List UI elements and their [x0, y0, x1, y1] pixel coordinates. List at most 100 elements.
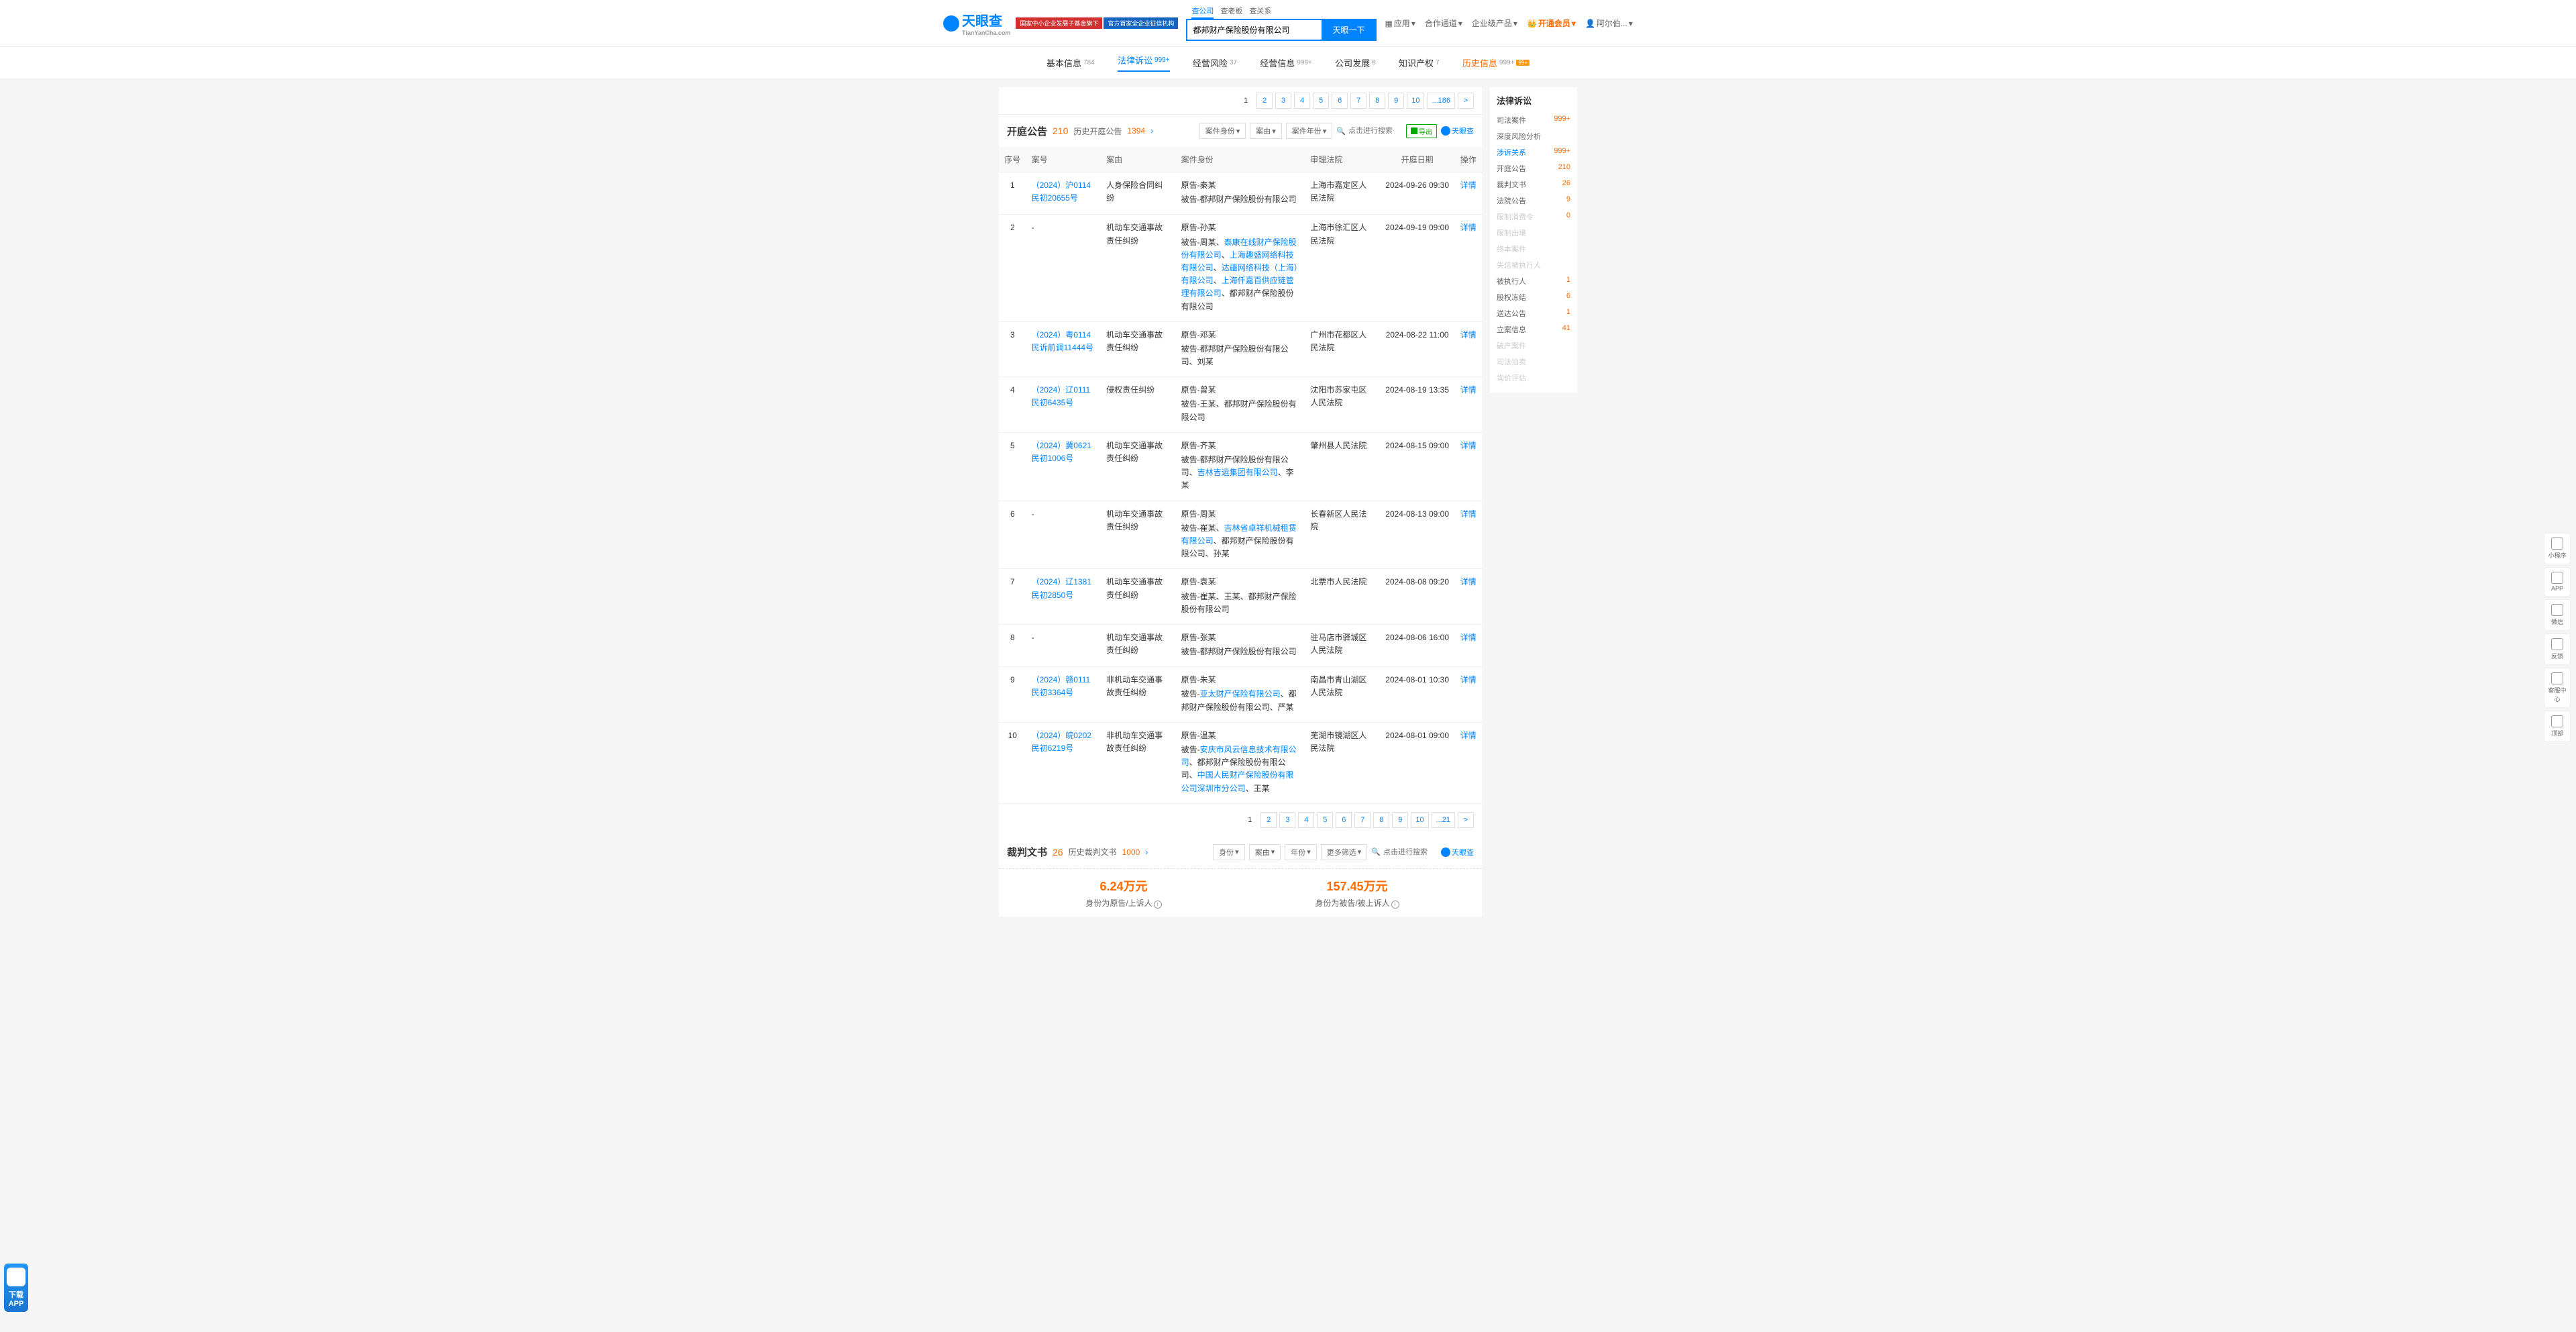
cell-case[interactable]: （2024）辽1381民初2850号 — [1026, 569, 1102, 625]
float-miniprogram[interactable]: 小程序 — [2544, 533, 2571, 564]
tab-item[interactable]: 经营风险 37 — [1193, 54, 1237, 72]
page-button[interactable]: 9 — [1392, 812, 1408, 828]
cell-case[interactable]: （2024）粤0114民诉前调11444号 — [1026, 321, 1102, 377]
cell-detail[interactable]: 详情 — [1454, 667, 1482, 723]
search-button[interactable]: 天眼一下 — [1322, 20, 1375, 40]
filter-year-2[interactable]: 年份 ▾ — [1285, 844, 1317, 860]
sidebar-item[interactable]: 股权冻结6 — [1497, 289, 1570, 305]
info-icon[interactable]: i — [1391, 901, 1399, 909]
tab-item[interactable]: 法律诉讼 999+ — [1118, 54, 1170, 72]
filter-more[interactable]: 更多筛选 ▾ — [1321, 844, 1368, 860]
cell-case[interactable]: （2024）皖0202民初6219号 — [1026, 722, 1102, 803]
page-button[interactable]: > — [1458, 93, 1474, 109]
tab-item[interactable]: 基本信息 784 — [1046, 54, 1095, 72]
page-button[interactable]: 7 — [1354, 812, 1371, 828]
filter-search[interactable]: 🔍 — [1336, 127, 1402, 136]
cell-case[interactable]: （2024）冀0621民初1006号 — [1026, 432, 1102, 501]
chevron-right-icon[interactable]: › — [1150, 126, 1153, 136]
page-button[interactable]: 2 — [1260, 812, 1277, 828]
logo[interactable]: 天眼查 TianYanCha.com — [943, 10, 1010, 36]
nav-user[interactable]: 👤 阿尔伯... ▾ — [1585, 17, 1633, 29]
page-button[interactable]: 8 — [1369, 93, 1385, 109]
page-button[interactable]: 3 — [1275, 93, 1291, 109]
float-wechat[interactable]: 微信 — [2544, 599, 2571, 631]
float-service[interactable]: 客服中心 — [2544, 668, 2571, 708]
cell-detail[interactable]: 详情 — [1454, 432, 1482, 501]
cell-detail[interactable]: 详情 — [1454, 172, 1482, 215]
search-tab-relation[interactable]: 查关系 — [1249, 5, 1271, 19]
info-icon[interactable]: i — [1154, 901, 1162, 909]
page-button[interactable]: 4 — [1298, 812, 1314, 828]
cell-case[interactable]: （2024）沪0114民初20655号 — [1026, 172, 1102, 215]
cell-detail[interactable]: 详情 — [1454, 377, 1482, 433]
sidebar-item[interactable]: 立案信息41 — [1497, 321, 1570, 338]
sidebar-item[interactable]: 开庭公告210 — [1497, 160, 1570, 176]
search-input[interactable] — [1187, 20, 1322, 40]
tab-item[interactable]: 公司发展 8 — [1335, 54, 1376, 72]
cell-detail[interactable]: 详情 — [1454, 501, 1482, 569]
page-button[interactable]: 10 — [1411, 812, 1428, 828]
hearing-history-label[interactable]: 历史开庭公告 — [1073, 125, 1122, 137]
sidebar-item[interactable]: 涉诉关系999+ — [1497, 144, 1570, 160]
search-tab-boss[interactable]: 查老板 — [1220, 5, 1242, 19]
page-button[interactable]: 2 — [1256, 93, 1273, 109]
sidebar-item[interactable]: 法院公告9 — [1497, 193, 1570, 209]
page-button[interactable]: ...21 — [1432, 812, 1455, 828]
page-button[interactable]: 6 — [1336, 812, 1352, 828]
download-app-badge[interactable]: 下载 APP — [4, 1264, 28, 1312]
main: 12345678910...186> 开庭公告 210 历史开庭公告 1394 … — [0, 79, 2576, 925]
float-app[interactable]: APP — [2544, 567, 2571, 597]
sidebar-item[interactable]: 被执行人1 — [1497, 273, 1570, 289]
sidebar-item: 限制出境 — [1497, 225, 1570, 241]
page-button[interactable]: 10 — [1407, 93, 1424, 109]
float-feedback[interactable]: 反馈 — [2544, 633, 2571, 665]
nav-partner[interactable]: 合作通道 ▾ — [1425, 17, 1462, 29]
page-button[interactable]: 1 — [1242, 812, 1258, 828]
sidebar-item[interactable]: 送达公告1 — [1497, 305, 1570, 321]
page-button[interactable]: > — [1458, 812, 1474, 828]
tab-item[interactable]: 经营信息 999+ — [1260, 54, 1312, 72]
cell-reason: 机动车交通事故责任纠纷 — [1101, 569, 1176, 625]
cell-detail[interactable]: 详情 — [1454, 722, 1482, 803]
sidebar-item[interactable]: 深度风险分析 — [1497, 128, 1570, 144]
export-button[interactable]: 导出 — [1406, 124, 1437, 138]
nav-enterprise[interactable]: 企业级产品 ▾ — [1472, 17, 1517, 29]
logo-text: 天眼查 — [962, 10, 1010, 30]
filter-identity-2[interactable]: 身份 ▾ — [1213, 844, 1245, 860]
search-tab-company[interactable]: 查公司 — [1191, 5, 1214, 19]
filter-search-input-2[interactable] — [1383, 848, 1437, 856]
nav-apps[interactable]: ▦ 应用 ▾ — [1385, 17, 1415, 29]
filter-search-2[interactable]: 🔍 — [1371, 848, 1437, 856]
judgment-history-label[interactable]: 历史裁判文书 — [1069, 846, 1117, 858]
cell-detail[interactable]: 详情 — [1454, 321, 1482, 377]
page-button[interactable]: 3 — [1279, 812, 1295, 828]
nav-vip[interactable]: 👑 开通会员 ▾ — [1527, 17, 1576, 29]
sidebar-item[interactable]: 裁判文书26 — [1497, 176, 1570, 193]
filter-year[interactable]: 案件年份 ▾ — [1286, 123, 1333, 139]
page-button[interactable]: 8 — [1373, 812, 1389, 828]
filter-search-input[interactable] — [1348, 127, 1402, 135]
cell-case[interactable]: （2024）赣0111民初3364号 — [1026, 667, 1102, 723]
page-button[interactable]: 1 — [1238, 93, 1254, 109]
filter-cause[interactable]: 案由 ▾ — [1250, 123, 1282, 139]
tab-item[interactable]: 历史信息 999+99+ — [1462, 54, 1529, 72]
float-top[interactable]: 顶部 — [2544, 711, 2571, 742]
cell-case[interactable]: （2024）辽0111民初6435号 — [1026, 377, 1102, 433]
chevron-right-icon[interactable]: › — [1145, 848, 1148, 857]
cell-detail[interactable]: 详情 — [1454, 215, 1482, 321]
page-button[interactable]: 7 — [1350, 93, 1366, 109]
page-button[interactable]: ...186 — [1427, 93, 1455, 109]
cell-detail[interactable]: 详情 — [1454, 569, 1482, 625]
page-button[interactable]: 5 — [1317, 812, 1333, 828]
tab-item[interactable]: 知识产权 7 — [1399, 54, 1440, 72]
filter-identity[interactable]: 案件身份 ▾ — [1199, 123, 1246, 139]
top-icon — [2551, 715, 2563, 727]
page-button[interactable]: 9 — [1388, 93, 1404, 109]
float-download[interactable]: 下载 APP — [4, 1264, 28, 1312]
filter-cause-2[interactable]: 案由 ▾ — [1249, 844, 1281, 860]
page-button[interactable]: 5 — [1313, 93, 1329, 109]
sidebar-item[interactable]: 司法案件999+ — [1497, 112, 1570, 128]
page-button[interactable]: 4 — [1294, 93, 1310, 109]
cell-detail[interactable]: 详情 — [1454, 624, 1482, 666]
page-button[interactable]: 6 — [1332, 93, 1348, 109]
